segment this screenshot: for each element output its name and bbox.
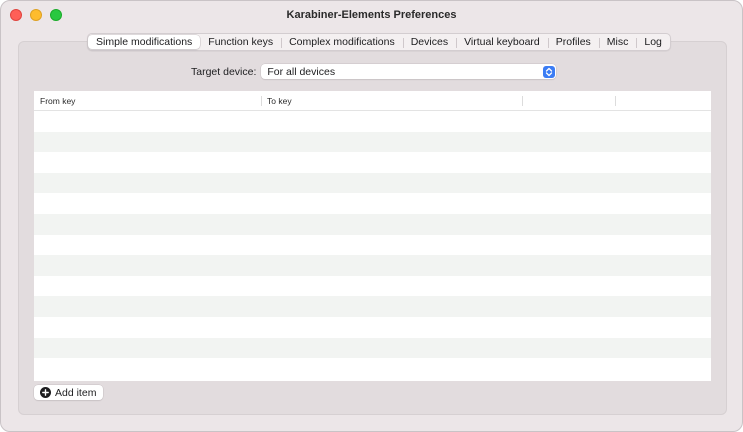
zoom-window-button[interactable]	[50, 9, 62, 21]
up-down-chevron-icon[interactable]	[543, 65, 556, 78]
window-title: Karabiner-Elements Preferences	[286, 8, 457, 21]
tab-complex-modifications[interactable]: Complex modifications	[281, 34, 403, 50]
target-device-label: Target device:	[191, 65, 257, 78]
table-row[interactable]	[34, 213, 711, 235]
preferences-window: Karabiner-Elements Preferences Simple mo…	[0, 0, 743, 432]
tab-log[interactable]: Log	[636, 34, 670, 50]
table-row[interactable]	[34, 296, 711, 317]
add-item-button[interactable]: Add item	[34, 385, 104, 400]
table-row[interactable]	[34, 275, 711, 297]
table-row[interactable]	[34, 255, 711, 276]
table-header: From key To key	[34, 91, 711, 111]
tab-devices[interactable]: Devices	[402, 34, 456, 50]
table-row[interactable]	[34, 358, 711, 379]
table-row[interactable]	[34, 172, 711, 194]
table-row[interactable]	[34, 337, 711, 359]
title-bar[interactable]: Karabiner-Elements Preferences	[1, 1, 742, 28]
tab-profiles[interactable]: Profiles	[547, 34, 599, 50]
target-device-value: For all devices	[267, 65, 336, 78]
close-window-button[interactable]	[10, 9, 22, 21]
plus-circle-icon	[40, 387, 51, 398]
tab-function-keys[interactable]: Function keys	[200, 34, 281, 50]
table-row[interactable]	[34, 234, 711, 256]
table-row[interactable]	[34, 316, 711, 338]
table-row[interactable]	[34, 193, 711, 214]
column-header-to-key[interactable]: To key	[261, 91, 522, 110]
window-controls	[10, 9, 62, 21]
column-header-3[interactable]	[522, 91, 615, 110]
minimize-window-button[interactable]	[30, 9, 42, 21]
column-header-from-key[interactable]: From key	[34, 91, 261, 110]
tab-simple-modifications[interactable]: Simple modifications	[88, 35, 201, 49]
table-row[interactable]	[34, 131, 711, 153]
tab-virtual-keyboard[interactable]: Virtual keyboard	[456, 34, 548, 50]
table-row[interactable]	[34, 111, 711, 132]
modifications-table: From key To key	[34, 91, 711, 381]
target-device-row: Target device: For all devices	[191, 64, 557, 79]
column-header-4[interactable]	[615, 91, 711, 110]
tab-misc[interactable]: Misc	[598, 34, 637, 50]
table-rows	[34, 111, 711, 379]
target-device-select[interactable]: For all devices	[261, 64, 557, 79]
tab-bar: Simple modifications Function keys Compl…	[87, 33, 671, 51]
table-row[interactable]	[34, 152, 711, 173]
add-item-label: Add item	[55, 386, 97, 399]
